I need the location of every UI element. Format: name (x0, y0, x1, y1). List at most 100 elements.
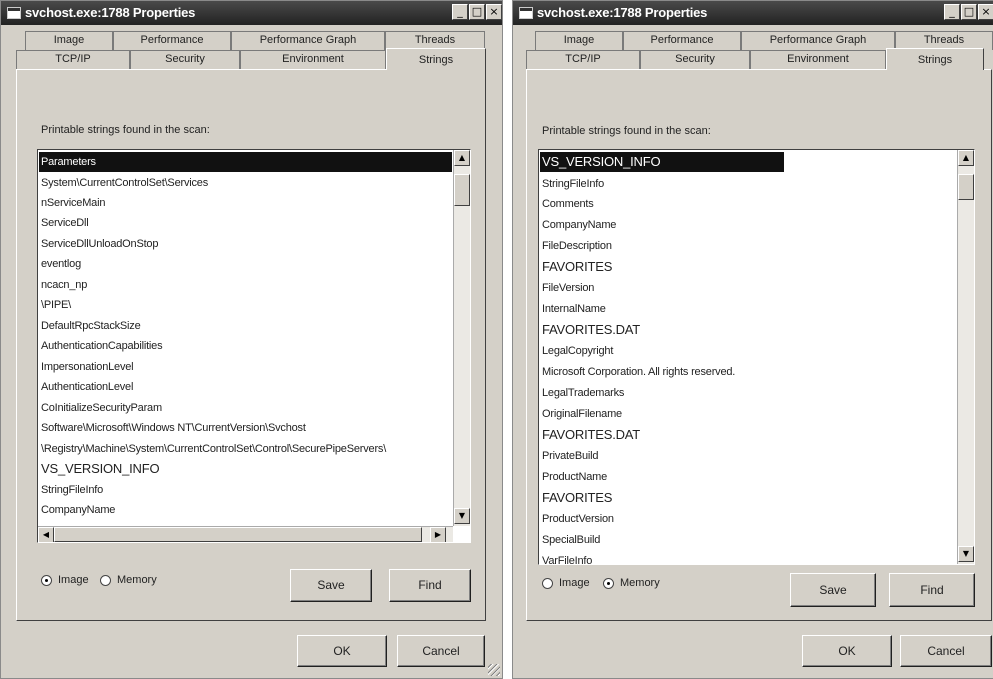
tab-security[interactable]: Security (640, 50, 750, 69)
list-item[interactable]: CompanyName (540, 215, 616, 235)
left-title-bar[interactable]: svchost.exe:1788 Properties _ □ × (1, 1, 502, 25)
list-item[interactable]: CoInitializeSecurityParam (39, 398, 162, 418)
maximize-icon[interactable]: □ (469, 4, 485, 20)
radio-image[interactable]: Image (41, 574, 89, 586)
find-button[interactable]: Find (889, 573, 975, 607)
list-item[interactable]: eventlog (39, 254, 81, 274)
radio-unselected-icon (542, 577, 553, 589)
list-item[interactable]: ServiceDll (39, 213, 89, 233)
list-item[interactable]: FAVORITES.DAT (540, 320, 640, 340)
resize-grip-icon[interactable] (488, 664, 500, 676)
list-item[interactable]: \Registry\Machine\System\CurrentControlS… (39, 439, 386, 459)
list-item[interactable]: FAVORITES (540, 488, 612, 508)
list-item[interactable]: FileVersion (540, 278, 594, 298)
tab-performance-graph[interactable]: Performance Graph (741, 31, 895, 50)
scroll-up-arrow-icon[interactable]: ▲ (958, 150, 974, 166)
list-item[interactable]: Comments (540, 194, 594, 214)
save-button[interactable]: Save (790, 573, 876, 607)
tab-performance-graph[interactable]: Performance Graph (231, 31, 385, 50)
tab-performance[interactable]: Performance (623, 31, 741, 50)
horizontal-scroll-thumb[interactable] (54, 527, 422, 542)
list-item[interactable]: OriginalFilename (540, 404, 622, 424)
scroll-down-arrow-icon[interactable]: ▼ (958, 546, 974, 562)
list-item[interactable]: AuthenticationCapabilities (39, 336, 163, 356)
radio-selected-icon (41, 574, 52, 586)
strings-listbox[interactable]: Parameters System\CurrentControlSet\Serv… (37, 149, 471, 543)
list-item[interactable]: CompanyName (39, 500, 115, 520)
list-item[interactable]: nServiceMain (39, 193, 105, 213)
left-window-title: svchost.exe:1788 Properties (25, 5, 196, 20)
list-item[interactable]: Parameters (39, 152, 452, 172)
radio-image[interactable]: Image (542, 577, 590, 589)
window-app-icon (519, 7, 533, 19)
save-button[interactable]: Save (290, 569, 372, 602)
right-title-bar[interactable]: svchost.exe:1788 Properties _ □ × (513, 1, 993, 25)
strings-list-label: Printable strings found in the scan: (41, 124, 210, 136)
minimize-icon[interactable]: _ (452, 4, 468, 20)
list-item[interactable]: ProductName (540, 467, 607, 487)
tab-environment[interactable]: Environment (750, 50, 886, 69)
list-item[interactable]: VS_VERSION_INFO (540, 152, 784, 172)
list-item[interactable]: FAVORITES (540, 257, 612, 277)
maximize-icon[interactable]: □ (961, 4, 977, 20)
radio-unselected-icon (100, 574, 111, 586)
horizontal-scrollbar[interactable]: ◀ ▶ (38, 526, 453, 542)
list-item[interactable]: AuthenticationLevel (39, 377, 133, 397)
list-item[interactable]: LegalTrademarks (540, 383, 624, 403)
radio-memory-label: Memory (620, 577, 660, 589)
cancel-button[interactable]: Cancel (900, 635, 992, 667)
list-item[interactable]: ImpersonationLevel (39, 357, 134, 377)
strings-list-label: Printable strings found in the scan: (542, 125, 711, 137)
list-item[interactable]: ProductVersion (540, 509, 614, 529)
list-item[interactable]: SpecialBuild (540, 530, 600, 550)
list-item[interactable]: StringFileInfo (39, 480, 103, 500)
list-item[interactable]: PrivateBuild (540, 446, 598, 466)
ok-button[interactable]: OK (297, 635, 387, 667)
scroll-up-arrow-icon[interactable]: ▲ (454, 150, 470, 166)
list-item[interactable]: StringFileInfo (540, 174, 604, 194)
vertical-scroll-thumb[interactable] (454, 174, 470, 206)
window-app-icon (7, 7, 21, 19)
tab-strings[interactable]: Strings (386, 48, 486, 70)
right-properties-dialog: svchost.exe:1788 Properties _ □ × Image … (512, 0, 993, 679)
close-icon[interactable]: × (978, 4, 993, 20)
list-item[interactable]: ncacn_np (39, 275, 87, 295)
scroll-down-arrow-icon[interactable]: ▼ (454, 508, 470, 524)
list-item[interactable]: FAVORITES.DAT (540, 425, 640, 445)
list-item[interactable]: VarFileInfo (540, 551, 592, 564)
find-button[interactable]: Find (389, 569, 471, 602)
radio-selected-icon (603, 577, 614, 589)
vertical-scrollbar[interactable]: ▲ ▼ (453, 150, 470, 526)
strings-listbox[interactable]: VS_VERSION_INFO StringFileInfo Comments … (538, 149, 975, 565)
tab-tcpip[interactable]: TCP/IP (16, 50, 130, 69)
minimize-icon[interactable]: _ (944, 4, 960, 20)
scroll-right-arrow-icon[interactable]: ▶ (430, 527, 446, 542)
close-icon[interactable]: × (486, 4, 502, 20)
list-item[interactable]: LegalCopyright (540, 341, 613, 361)
list-item[interactable]: System\CurrentControlSet\Services (39, 173, 208, 193)
list-item[interactable]: \PIPE\ (39, 295, 71, 315)
list-item[interactable]: Software\Microsoft\Windows NT\CurrentVer… (39, 418, 306, 438)
cancel-button[interactable]: Cancel (397, 635, 485, 667)
scroll-left-arrow-icon[interactable]: ◀ (38, 527, 54, 542)
radio-memory[interactable]: Memory (603, 577, 660, 589)
tab-image[interactable]: Image (25, 31, 113, 50)
radio-memory[interactable]: Memory (100, 574, 157, 586)
ok-button[interactable]: OK (802, 635, 892, 667)
list-item[interactable]: VS_VERSION_INFO (39, 459, 160, 479)
right-window-title: svchost.exe:1788 Properties (537, 5, 708, 20)
tab-image[interactable]: Image (535, 31, 623, 50)
list-item[interactable]: ServiceDllUnloadOnStop (39, 234, 158, 254)
vertical-scrollbar[interactable]: ▲ ▼ (957, 150, 974, 564)
list-item[interactable]: InternalName (540, 299, 606, 319)
tab-performance[interactable]: Performance (113, 31, 231, 50)
tab-tcpip[interactable]: TCP/IP (526, 50, 640, 69)
list-item[interactable]: DefaultRpcStackSize (39, 316, 141, 336)
tab-security[interactable]: Security (130, 50, 240, 69)
list-item[interactable]: FileDescription (540, 236, 612, 256)
tab-strings[interactable]: Strings (886, 48, 984, 70)
radio-image-label: Image (559, 577, 590, 589)
list-item[interactable]: Microsoft Corporation. All rights reserv… (540, 362, 735, 382)
tab-environment[interactable]: Environment (240, 50, 386, 69)
vertical-scroll-thumb[interactable] (958, 174, 974, 200)
